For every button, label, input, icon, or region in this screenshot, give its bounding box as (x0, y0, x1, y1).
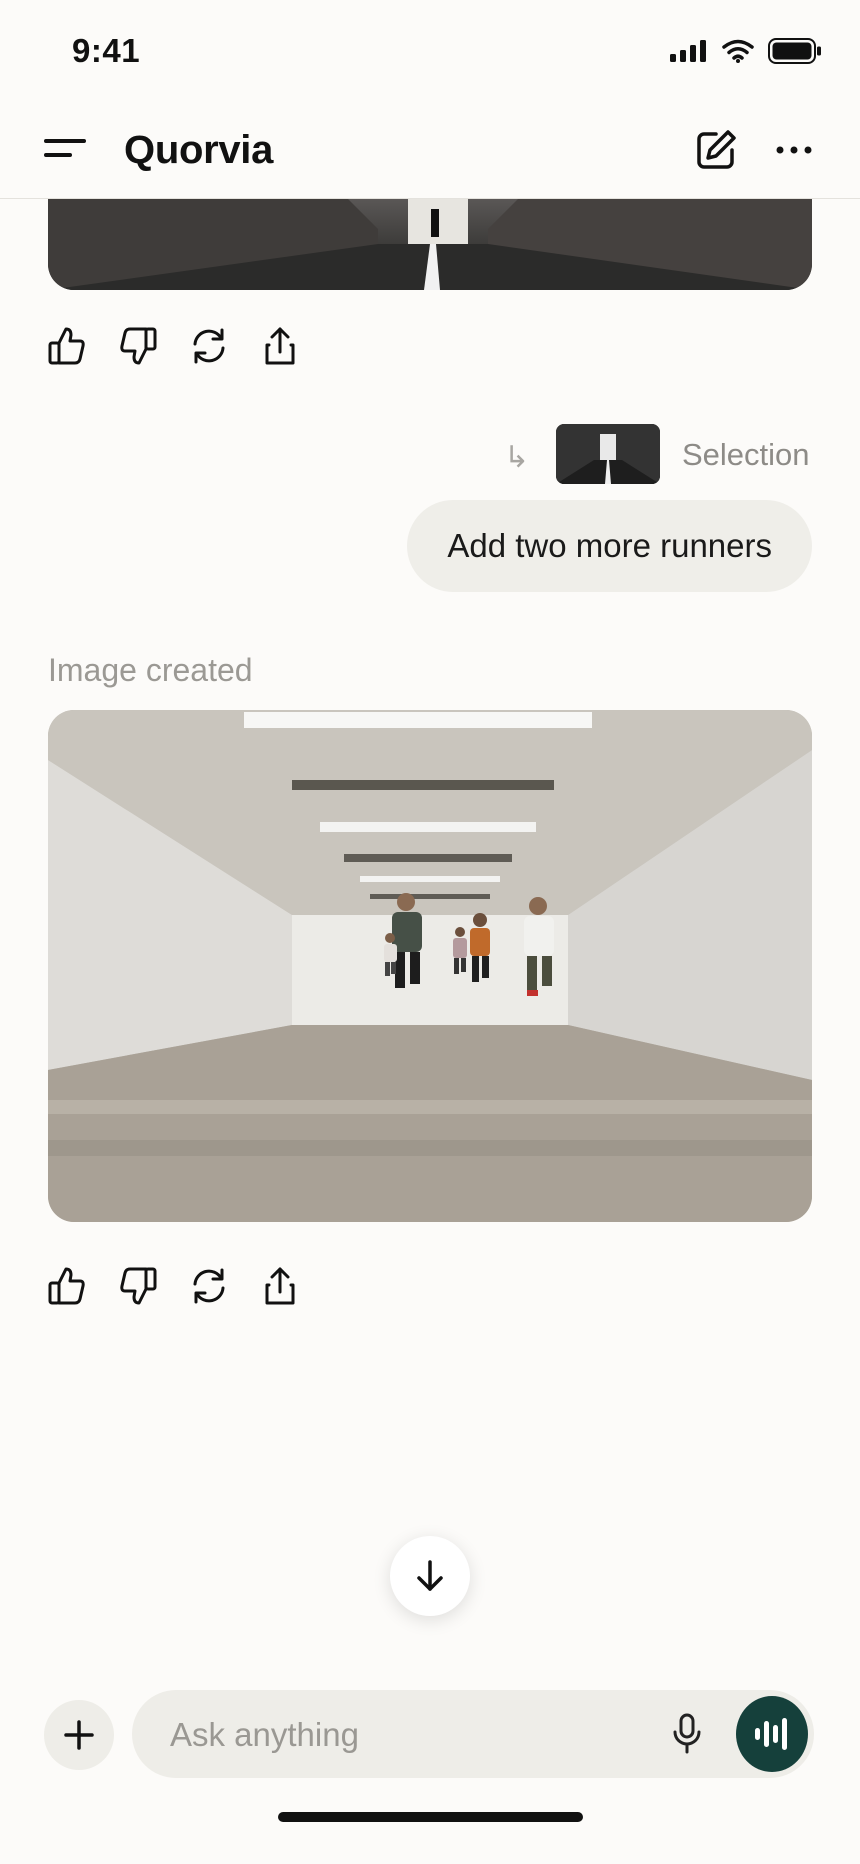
reply-arrow-icon: ↳ (504, 441, 530, 474)
previous-generated-image[interactable] (48, 199, 812, 290)
message-actions (48, 326, 299, 366)
status-time: 9:41 (72, 32, 141, 69)
attach-button[interactable] (44, 1700, 114, 1770)
message-actions (48, 1266, 299, 1306)
scroll-to-bottom-button[interactable] (390, 1536, 470, 1616)
plus-icon (64, 1720, 94, 1750)
wifi-icon (722, 39, 754, 63)
user-message-bubble: Add two more runners (407, 500, 812, 592)
more-icon[interactable] (776, 145, 812, 155)
signal-icon (670, 40, 706, 62)
generated-image-art (48, 710, 812, 1222)
user-message-text: Add two more runners (447, 527, 772, 564)
thumbs-down-icon[interactable] (119, 326, 157, 366)
generated-image[interactable] (48, 710, 812, 1222)
thumbs-down-icon[interactable] (119, 1266, 157, 1306)
home-indicator (278, 1812, 583, 1822)
thumbs-up-icon[interactable] (48, 1266, 86, 1306)
voice-mode-button[interactable] (736, 1696, 808, 1772)
regenerate-icon[interactable] (190, 1266, 228, 1306)
image-created-label: Image created (48, 652, 253, 688)
composer (132, 1690, 814, 1780)
battery-icon (768, 38, 821, 64)
share-icon[interactable] (261, 326, 299, 366)
app-title: Quorvia (124, 128, 274, 172)
previous-image-art (48, 199, 812, 290)
selection-thumbnail-art (556, 424, 660, 484)
voice-mode-icon (755, 1718, 787, 1750)
microphone-icon[interactable] (672, 1712, 702, 1756)
message-input[interactable] (168, 1690, 592, 1780)
new-chat-icon[interactable] (694, 128, 738, 172)
share-icon[interactable] (261, 1266, 299, 1306)
status-icons (670, 38, 822, 64)
regenerate-icon[interactable] (190, 326, 228, 366)
selection-thumbnail[interactable] (556, 424, 660, 484)
menu-icon[interactable] (44, 136, 86, 162)
arrow-down-icon (417, 1560, 443, 1591)
thumbs-up-icon[interactable] (48, 326, 86, 366)
selection-label: Selection (682, 437, 810, 472)
